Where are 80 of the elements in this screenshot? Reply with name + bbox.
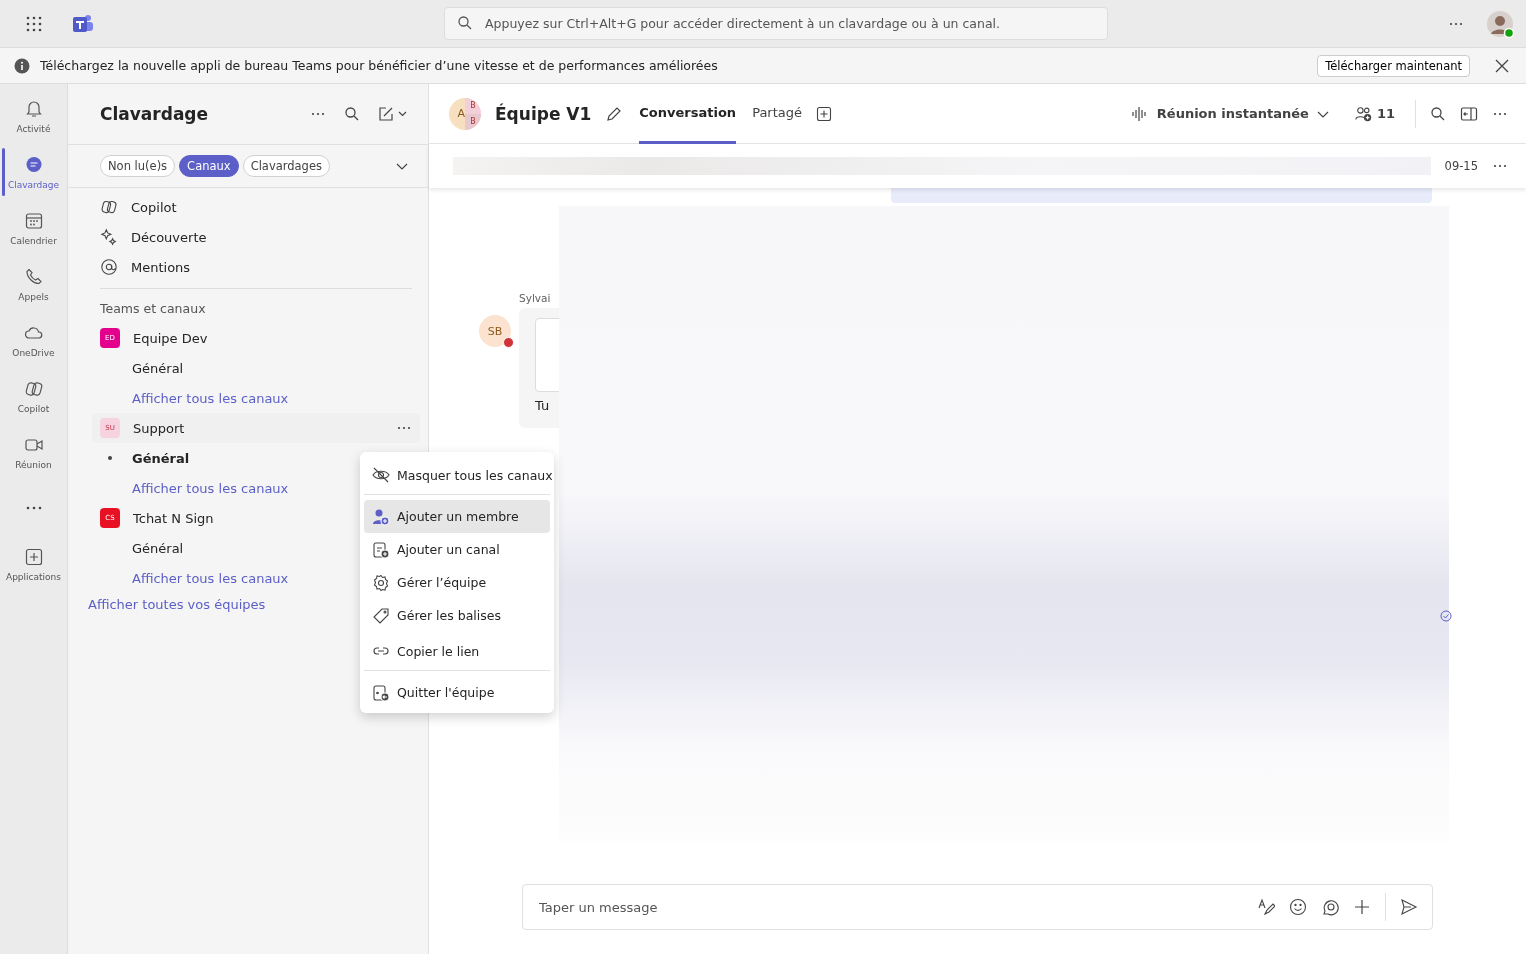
menu-item[interactable]: Copier le lien [364,632,550,671]
channel-title: Équipe V1 [495,103,592,124]
rail-item[interactable]: Copilot [0,368,67,424]
chat-bubble-icon [23,154,44,175]
menu-item[interactable]: Ajouter un canal [364,533,550,566]
bell-icon [23,98,44,119]
more-icon [25,506,42,510]
filter-chip[interactable]: Non lu(e)s [100,155,176,177]
section-header: Teams et canaux [100,299,207,318]
sidebar-item[interactable]: Mentions [100,252,412,282]
rail-label: Calendrier [10,235,57,246]
add-person-icon [372,507,390,526]
send-icon[interactable] [1400,898,1418,916]
author-name: Sylvai [519,292,552,304]
search-icon [457,15,473,31]
info-icon [14,57,30,74]
menu-item[interactable]: Masquer tous les canaux [364,456,550,495]
rail-item[interactable]: Applications [0,536,67,592]
rail-item[interactable]: Réunion [0,424,67,480]
add-tab-icon[interactable] [816,105,832,122]
menu-item[interactable]: Quitter l'équipe [364,676,550,709]
at-sign-icon [100,258,118,276]
rail-label: OneDrive [12,347,55,358]
calendar-icon [23,210,44,231]
menu-item[interactable]: Ajouter un membre [364,500,550,533]
pane-title: Clavardage [100,104,210,124]
members-button[interactable]: 11 [1348,103,1401,124]
phone-icon [23,266,44,287]
panel-icon[interactable] [1460,104,1478,123]
add-people-icon [1354,104,1373,123]
rail-label: Clavardage [7,179,60,190]
add-channel-icon [372,540,390,559]
rail-label: Applications [6,571,61,582]
user-avatar: SB [479,315,511,347]
leave-icon [372,683,390,702]
copilot-icon [100,198,118,216]
avatar-icon[interactable] [1486,9,1514,38]
show-channels-link[interactable]: Afficher tous les canaux [132,480,289,496]
show-channels-link[interactable]: Afficher tous les canaux [132,570,289,586]
tab[interactable]: Conversation [639,83,737,144]
menu-item[interactable]: Gérer l’équipe [364,566,550,599]
sidebar-item[interactable]: Découverte [100,222,412,252]
banner-text: Téléchargez la nouvelle appli de bureau Teams pour bénéficier d’une vitesse et de performances améliorées [40,58,719,73]
close-icon[interactable] [1494,57,1510,74]
plus-icon[interactable] [1353,898,1371,916]
rail-label: Activité [16,123,51,134]
rail-item[interactable]: Activité [0,88,67,144]
message-text: Tu [535,398,551,413]
rail-item[interactable]: Calendrier [0,200,67,256]
meet-now-button[interactable]: Réunion instantanée [1124,103,1335,124]
rail-item[interactable]: Appels [0,256,67,312]
check-circle-icon [1440,610,1452,622]
compose-icon[interactable] [378,106,408,122]
rail-label: Copilot [17,403,50,414]
channel-item[interactable]: Général [100,353,412,383]
plus-square-icon [23,546,44,567]
tab[interactable]: Partagé [752,83,802,144]
search-icon[interactable] [344,106,360,122]
search-icon[interactable] [1430,105,1446,122]
emoji-icon[interactable] [1289,898,1307,916]
tag-icon [372,606,390,625]
rail-label: Réunion [15,459,52,470]
loop-icon[interactable] [1321,898,1339,916]
rail-label: Appels [18,291,49,302]
sparkle-icon [100,228,118,246]
rail-item[interactable]: OneDrive [0,312,67,368]
sidebar-item[interactable]: Copilot [100,192,412,222]
eye-off-icon [372,466,390,484]
format-icon[interactable] [1257,898,1275,916]
settings-icon [372,573,390,592]
search-field[interactable]: Appuyez sur Ctrl+Alt+G pour accéder directement à un clavardage ou à un canal. [444,7,1108,40]
download-button[interactable]: Télécharger maintenant [1317,54,1470,77]
rail-item[interactable]: Clavardage [0,144,67,200]
menu-item[interactable]: Gérer les balises [364,599,550,632]
compose-box[interactable]: Taper un message [522,884,1433,930]
waveform-icon [1130,104,1149,123]
date-label: 09-15 [1444,159,1478,173]
filter-chip[interactable]: Clavardages [242,155,330,177]
show-channels-link[interactable]: Afficher tous les canaux [132,390,289,406]
filter-chip[interactable]: Canaux [179,155,239,177]
